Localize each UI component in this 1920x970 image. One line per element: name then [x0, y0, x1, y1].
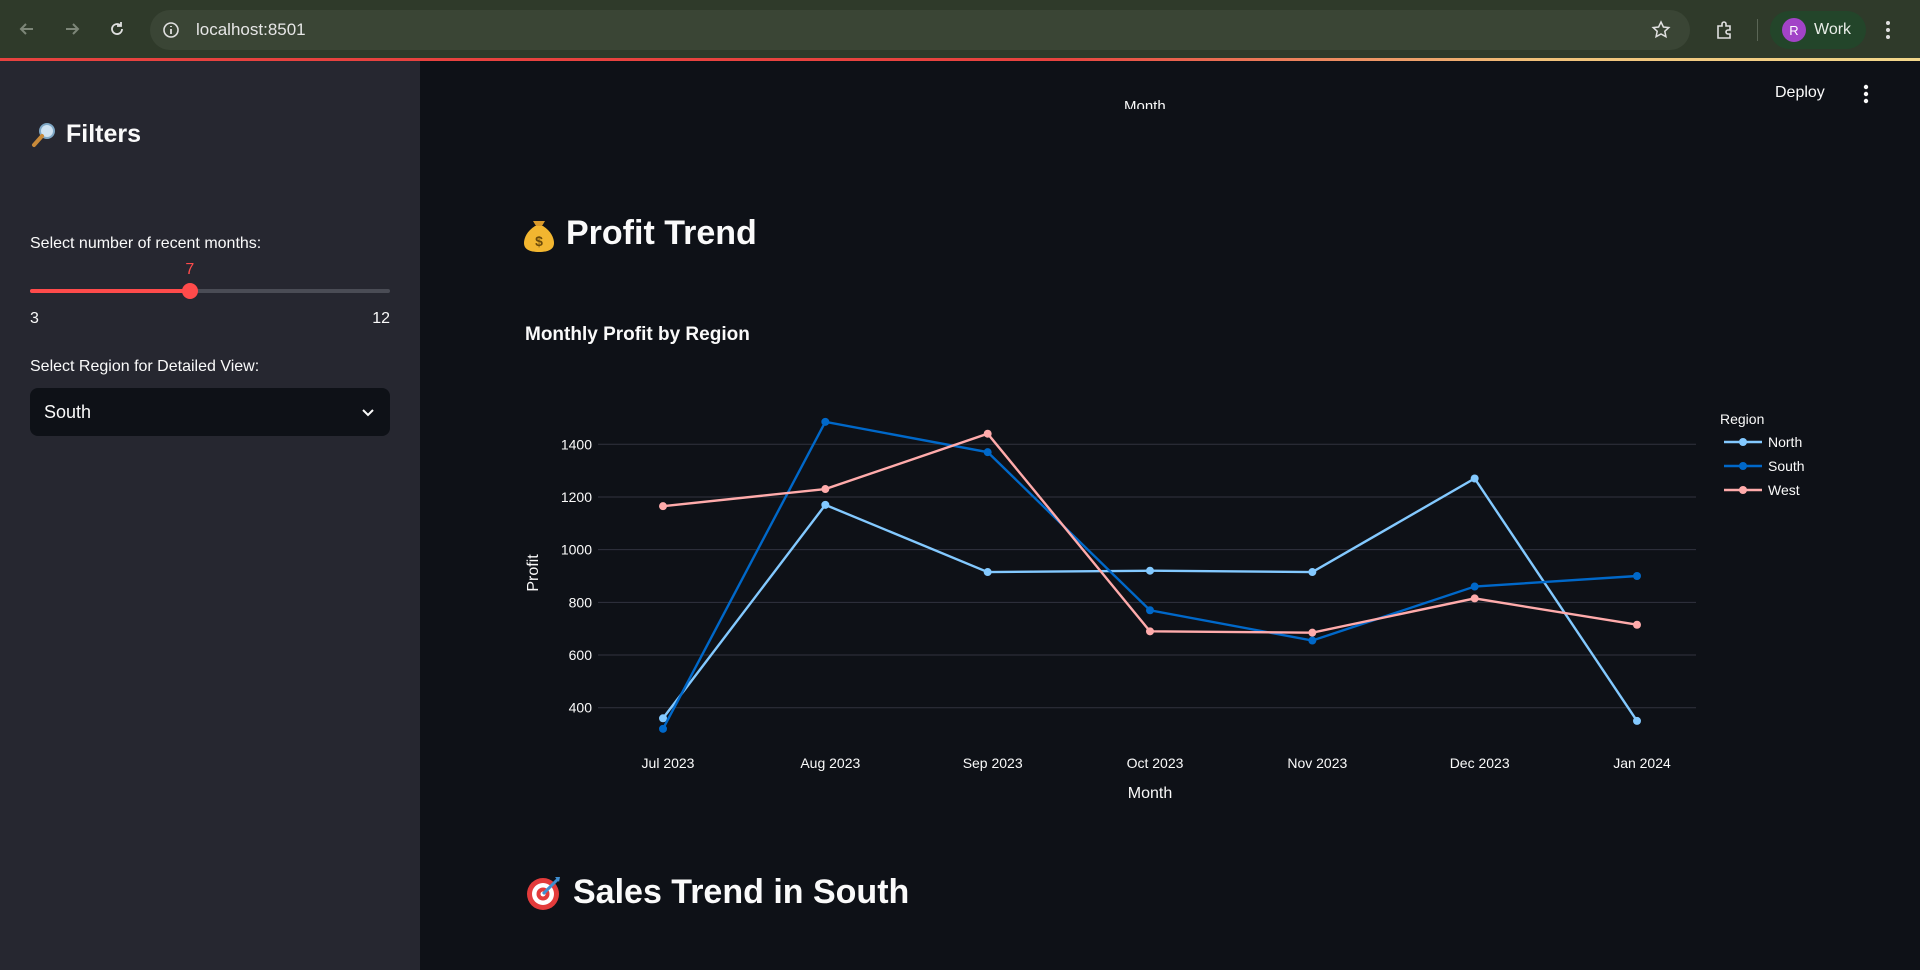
data-point-north[interactable]: [1470, 474, 1479, 483]
data-point-west[interactable]: [983, 429, 992, 438]
legend-label: South: [1768, 458, 1805, 474]
x-tick-label: Jul 2023: [642, 755, 695, 771]
legend-item-north[interactable]: North: [1724, 434, 1802, 450]
y-axis-label: Profit: [525, 554, 542, 592]
data-point-south[interactable]: [821, 417, 830, 426]
legend-item-south[interactable]: South: [1724, 458, 1805, 474]
data-point-north[interactable]: [1308, 568, 1317, 577]
data-point-west[interactable]: [1470, 594, 1479, 603]
x-tick-label: Jan 2024: [1613, 755, 1671, 771]
x-tick-label: Oct 2023: [1127, 755, 1184, 771]
data-point-south[interactable]: [983, 448, 992, 457]
data-point-south[interactable]: [1146, 606, 1154, 615]
x-axis-label: Month: [1128, 785, 1172, 802]
x-tick-label: Sep 2023: [963, 755, 1023, 771]
data-point-west[interactable]: [1146, 627, 1154, 636]
data-point-north[interactable]: [1633, 716, 1641, 725]
legend-marker: [1739, 462, 1747, 470]
chart-legend[interactable]: RegionNorth South West: [1720, 411, 1805, 498]
profit-line-chart: 400 600 800 1000 1200 1400 Jul 2023 Aug 2023 Se…: [525, 411, 1805, 802]
data-point-west[interactable]: [659, 502, 667, 511]
data-point-west[interactable]: [821, 485, 830, 494]
legend-label: North: [1768, 434, 1802, 450]
data-point-south[interactable]: [1470, 582, 1479, 591]
series-line-north[interactable]: [662, 476, 1638, 722]
series-line-south[interactable]: [661, 420, 1638, 730]
y-tick-label: 800: [569, 594, 593, 610]
legend-label: West: [1768, 482, 1800, 498]
data-point-west[interactable]: [1308, 628, 1317, 637]
x-tick-label: Nov 2023: [1287, 755, 1347, 771]
y-tick-label: 1400: [561, 436, 592, 452]
legend-item-west[interactable]: West: [1724, 482, 1800, 498]
legend-title: Region: [1720, 411, 1764, 427]
data-point-north[interactable]: [821, 500, 830, 509]
data-point-north[interactable]: [983, 568, 992, 577]
data-point-west[interactable]: [1633, 620, 1641, 629]
sales-section-title-text: Sales Trend in South: [573, 873, 910, 911]
data-point-south[interactable]: [659, 724, 667, 733]
data-point-south[interactable]: [1633, 572, 1641, 580]
legend-marker: [1739, 486, 1747, 494]
y-tick-label: 1200: [561, 489, 592, 505]
target-icon: [527, 876, 560, 910]
data-point-north[interactable]: [1146, 566, 1154, 575]
x-tick-label: Dec 2023: [1450, 755, 1510, 771]
y-tick-label: 400: [569, 700, 593, 716]
y-tick-label: 600: [569, 647, 593, 663]
legend-marker: [1739, 438, 1747, 446]
y-tick-label: 1000: [561, 542, 592, 558]
sales-section-title: Sales Trend in South: [525, 873, 909, 912]
data-point-south[interactable]: [1308, 636, 1317, 645]
x-tick-label: Aug 2023: [800, 755, 860, 771]
